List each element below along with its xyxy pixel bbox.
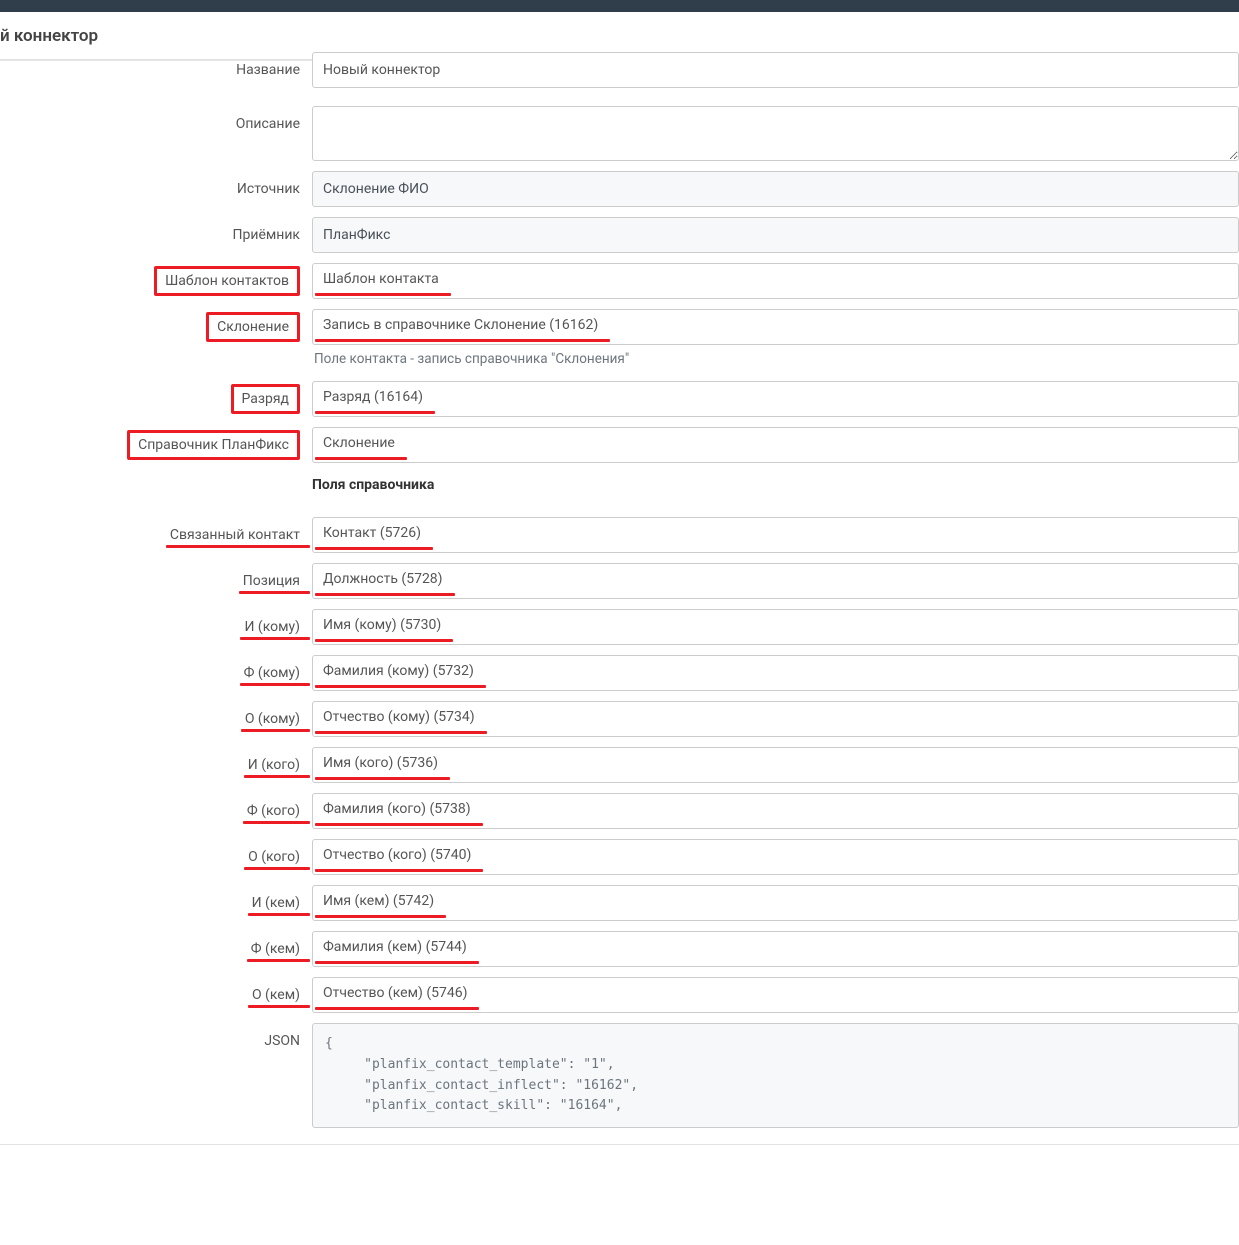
select-o-komu[interactable]: Отчество (кому) (5734) [312,701,1239,737]
select-rank-text: Разряд (16164) [323,389,423,405]
row-position: Позиция Должность (5728) [0,563,1239,599]
select-linked-contact[interactable]: Контакт (5726) [312,517,1239,553]
label-o-kogo: О (кого) [248,849,300,865]
label-source: Источник [237,181,300,197]
select-o-kogo-text: Отчество (кого) (5740) [323,847,471,863]
label-o-kem: О (кем) [252,987,300,1003]
row-inflection: Склонение Запись в справочнике Склонение… [0,309,1239,367]
select-position[interactable]: Должность (5728) [312,563,1239,599]
row-i-kem: И (кем) Имя (кем) (5742) [0,885,1239,921]
select-i-komu-text: Имя (кому) (5730) [323,617,441,633]
input-name[interactable] [312,52,1239,88]
json-box[interactable]: { "planfix_contact_template": "1", "plan… [312,1023,1239,1128]
select-f-kem-text: Фамилия (кем) (5744) [323,939,467,955]
form: Название Описание Источник Приёмник Шабл… [0,59,1239,1128]
select-inflection[interactable]: Запись в справочнике Склонение (16162) [312,309,1239,345]
row-i-komu: И (кому) Имя (кому) (5730) [0,609,1239,645]
select-f-komu[interactable]: Фамилия (кому) (5732) [312,655,1239,691]
label-position: Позиция [243,573,300,589]
label-f-komu: Ф (кому) [244,665,300,681]
select-o-kem[interactable]: Отчество (кем) (5746) [312,977,1239,1013]
help-inflection: Поле контакта - запись справочника "Скло… [312,351,1239,367]
row-contact-template: Шаблон контактов Шаблон контакта [0,263,1239,299]
select-i-kem[interactable]: Имя (кем) (5742) [312,885,1239,921]
row-o-kem: О (кем) Отчество (кем) (5746) [0,977,1239,1013]
select-f-kem[interactable]: Фамилия (кем) (5744) [312,931,1239,967]
select-contact-template-text: Шаблон контакта [323,271,439,287]
label-f-kem: Ф (кем) [251,941,300,957]
select-position-text: Должность (5728) [323,571,443,587]
row-linked-contact: Связанный контакт Контакт (5726) [0,517,1239,553]
label-name: Название [236,62,300,78]
row-f-kogo: Ф (кого) Фамилия (кого) (5738) [0,793,1239,829]
section-header: Поля справочника [312,477,1239,493]
footer-separator [0,1144,1239,1166]
label-i-kogo: И (кого) [248,757,300,773]
row-section: Поля справочника [0,473,1239,509]
select-i-kogo-text: Имя (кого) (5736) [323,755,438,771]
select-directory[interactable]: Склонение [312,427,1239,463]
label-linked-contact: Связанный контакт [170,527,300,543]
select-source[interactable] [312,171,1239,207]
row-rank: Разряд Разряд (16164) [0,381,1239,417]
select-directory-text: Склонение [323,435,395,451]
label-f-kogo: Ф (кого) [247,803,300,819]
label-json: JSON [264,1033,300,1049]
select-linked-contact-text: Контакт (5726) [323,525,421,541]
row-f-kem: Ф (кем) Фамилия (кем) (5744) [0,931,1239,967]
select-o-komu-text: Отчество (кому) (5734) [323,709,475,725]
row-f-komu: Ф (кому) Фамилия (кому) (5732) [0,655,1239,691]
label-contact-template: Шаблон контактов [154,266,300,296]
select-o-kogo[interactable]: Отчество (кого) (5740) [312,839,1239,875]
row-i-kogo: И (кого) Имя (кого) (5736) [0,747,1239,783]
label-i-kem: И (кем) [252,895,300,911]
select-f-kogo-text: Фамилия (кого) (5738) [323,801,471,817]
select-receiver[interactable] [312,217,1239,253]
select-i-kogo[interactable]: Имя (кого) (5736) [312,747,1239,783]
select-i-komu[interactable]: Имя (кому) (5730) [312,609,1239,645]
select-o-kem-text: Отчество (кем) (5746) [323,985,467,1001]
select-contact-template[interactable]: Шаблон контакта [312,263,1239,299]
label-inflection: Склонение [206,312,300,342]
topbar [0,0,1239,12]
label-directory: Справочник ПланФикс [127,430,300,460]
row-receiver: Приёмник [0,217,1239,253]
label-rank: Разряд [231,384,300,414]
row-o-kogo: О (кого) Отчество (кого) (5740) [0,839,1239,875]
label-i-komu: И (кому) [244,619,300,635]
label-receiver: Приёмник [233,227,300,243]
label-description: Описание [236,116,300,132]
row-name: Название [0,60,1239,96]
select-i-kem-text: Имя (кем) (5742) [323,893,434,909]
row-source: Источник [0,171,1239,207]
select-f-kogo[interactable]: Фамилия (кого) (5738) [312,793,1239,829]
select-inflection-text: Запись в справочнике Склонение (16162) [323,317,598,333]
row-json: JSON { "planfix_contact_template": "1", … [0,1023,1239,1128]
row-description: Описание [0,106,1239,161]
select-rank[interactable]: Разряд (16164) [312,381,1239,417]
row-o-komu: О (кому) Отчество (кому) (5734) [0,701,1239,737]
select-f-komu-text: Фамилия (кому) (5732) [323,663,474,679]
row-directory: Справочник ПланФикс Склонение [0,427,1239,463]
label-o-komu: О (кому) [245,711,300,727]
input-description[interactable] [312,106,1239,161]
